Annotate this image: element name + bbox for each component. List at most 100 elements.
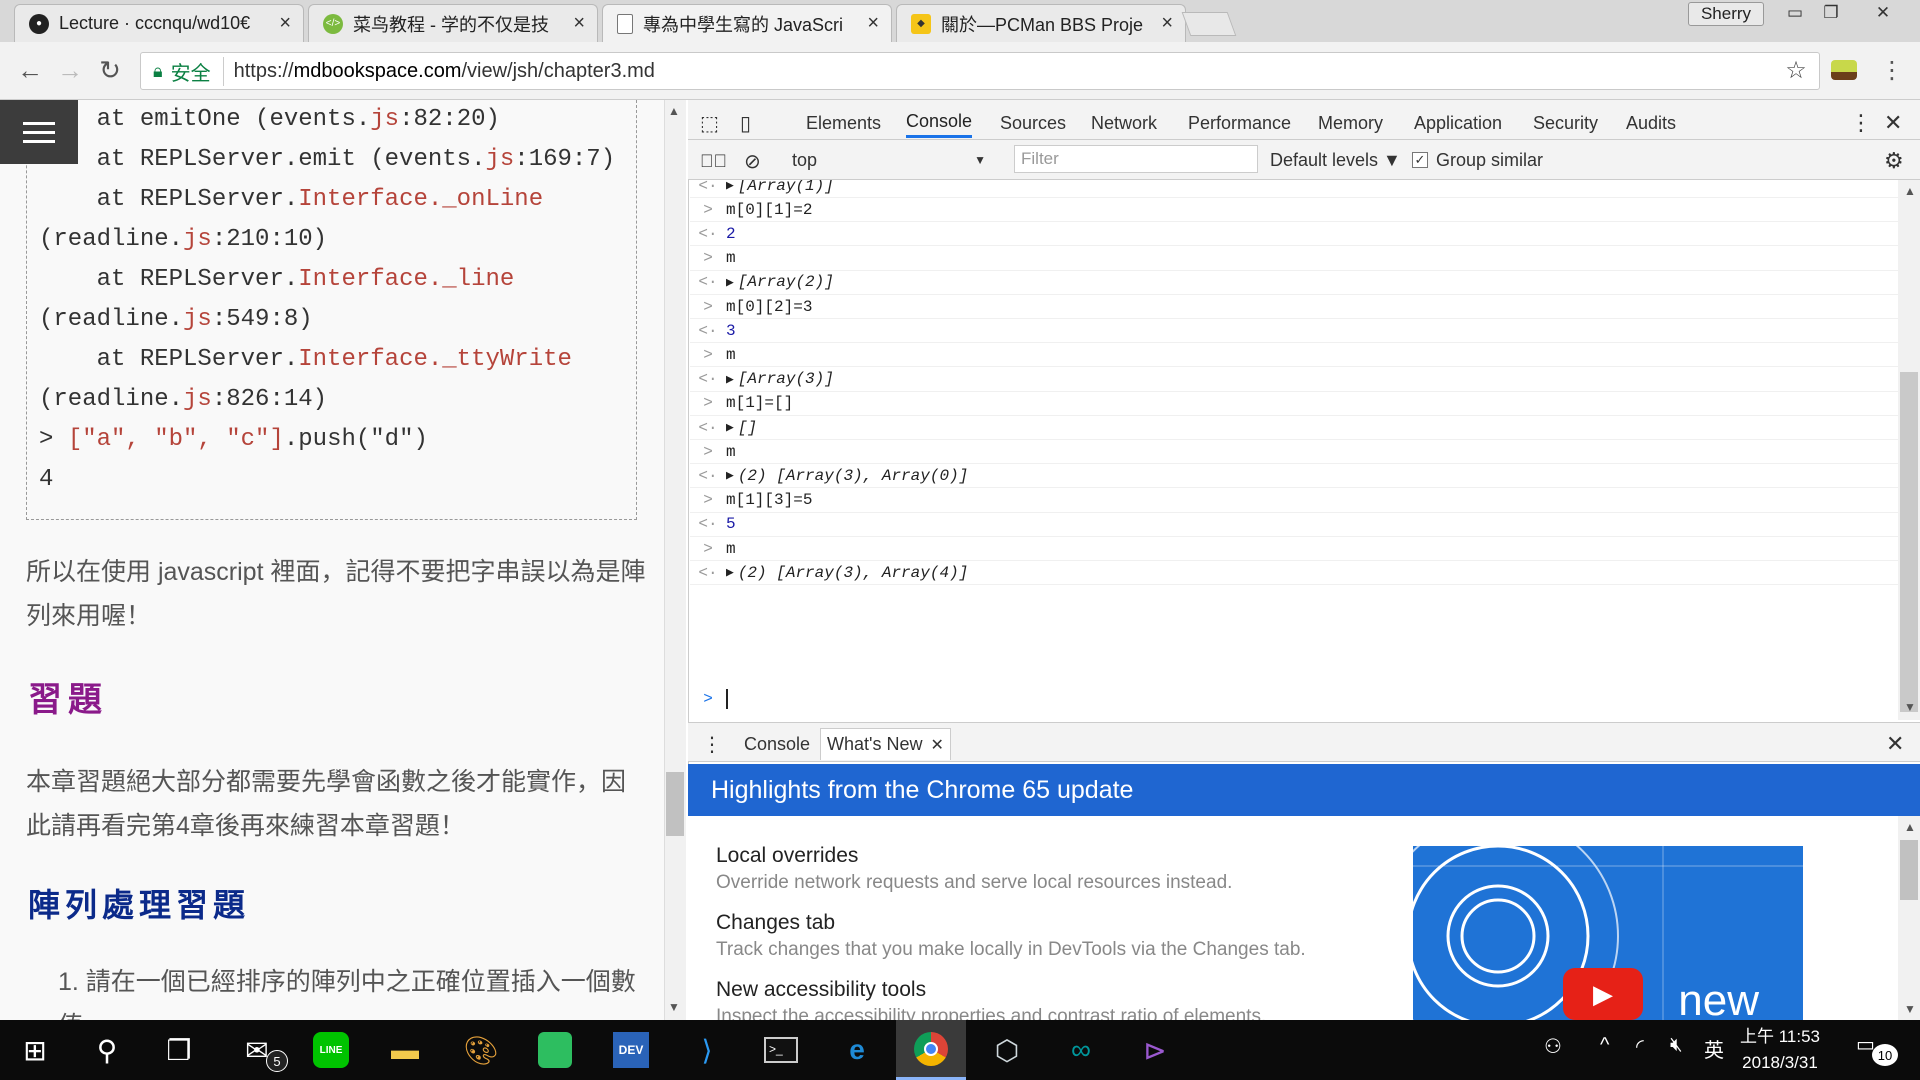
browser-tab-1[interactable]: ● Lecture · cccnqu/wd10€ ×	[14, 4, 304, 42]
drawer-menu-icon[interactable]: ⋮	[696, 728, 728, 760]
restore-button[interactable]: ❐	[1814, 2, 1848, 24]
close-tab-icon[interactable]: ×	[279, 12, 291, 35]
people-icon[interactable]: ⚇	[1544, 1034, 1562, 1059]
chrome-icon[interactable]	[896, 1020, 966, 1080]
feature-title[interactable]: New accessibility tools	[716, 978, 926, 1002]
ime-indicator[interactable]: 英	[1704, 1034, 1724, 1063]
extension-icon[interactable]	[1826, 52, 1862, 88]
console-output-row[interactable]: <· ▶ (2) [Array(3), Array(0)]	[690, 464, 1898, 489]
wifi-icon[interactable]: ◜	[1636, 1034, 1644, 1059]
whats-new-scrollbar-thumb[interactable]	[1900, 840, 1918, 900]
vscode-icon[interactable]: ⟩	[672, 1020, 742, 1080]
clear-console-icon[interactable]: ⊘	[744, 146, 761, 176]
tab-security[interactable]: Security	[1533, 108, 1598, 138]
tab-elements[interactable]: Elements	[806, 108, 881, 138]
console-input-row[interactable]: > m[1][3]=5	[690, 489, 1898, 513]
page-scrollbar-thumb[interactable]	[666, 772, 684, 836]
scroll-up-arrow-icon[interactable]: ▲	[1904, 820, 1916, 834]
close-drawer-icon[interactable]: ✕	[1880, 728, 1910, 760]
speaker-muted-icon[interactable]: 🔇︎	[1670, 1034, 1683, 1057]
console-output-row[interactable]: <· 2	[690, 222, 1898, 247]
console-output-row[interactable]: <· ▶ (2) [Array(3), Array(4)]	[690, 561, 1898, 586]
line-app-icon[interactable]: LINE	[296, 1020, 366, 1080]
console-filter-input[interactable]: Filter	[1014, 145, 1258, 173]
expand-triangle-icon[interactable]: ▶	[726, 468, 734, 483]
drawer-tab-whats-new[interactable]: What's New ✕	[820, 728, 951, 760]
search-icon[interactable]: ⚲	[72, 1020, 142, 1080]
edge-icon[interactable]: e	[822, 1020, 892, 1080]
console-settings-gear-icon[interactable]: ⚙	[1884, 146, 1904, 176]
url-text[interactable]: https://mdbookspace.com/view/jsh/chapter…	[234, 60, 655, 83]
windows-start-icon[interactable]: ⊞	[0, 1020, 70, 1080]
tab-performance[interactable]: Performance	[1188, 108, 1291, 138]
close-tab-icon[interactable]: ×	[867, 12, 879, 35]
minimize-button[interactable]: ▭	[1778, 2, 1812, 24]
group-similar-checkbox[interactable]: ✓ Group similar	[1412, 146, 1543, 174]
video-thumbnail[interactable]: ▶ new	[1413, 846, 1803, 1020]
tab-console[interactable]: Console	[906, 108, 973, 138]
show-sidebar-icon[interactable]: ▶⃞	[700, 146, 727, 176]
expand-triangle-icon[interactable]: ▶	[726, 420, 734, 435]
browser-tab-2[interactable]: </> 菜鸟教程 - 学的不仅是技 ×	[308, 4, 598, 42]
console-output-row[interactable]: <· 5	[690, 513, 1898, 537]
browser-tab-4[interactable]: ◆ 關於—PCMan BBS Proje ×	[896, 4, 1186, 42]
console-output-row[interactable]: <· 3	[690, 319, 1898, 344]
scroll-down-arrow-icon[interactable]: ▼	[1904, 700, 1916, 714]
console-input-row[interactable]: > m[0][2]=3	[690, 295, 1898, 319]
console-output-row[interactable]: <· ▶ [Array(1)]	[690, 180, 1898, 198]
expand-triangle-icon[interactable]: ▶	[726, 372, 734, 387]
scroll-down-arrow-icon[interactable]: ▼	[668, 1000, 680, 1014]
file-explorer-icon[interactable]: ▬	[370, 1020, 440, 1080]
close-window-button[interactable]: ✕	[1858, 2, 1908, 24]
devtools-menu-icon[interactable]: ⋮	[1850, 108, 1872, 138]
close-tab-icon[interactable]: ×	[573, 12, 585, 35]
tab-memory[interactable]: Memory	[1318, 108, 1383, 138]
bookmark-star-icon[interactable]: ☆	[1778, 52, 1814, 88]
new-tab-button[interactable]	[1181, 12, 1237, 36]
console-input-row[interactable]: > m[1]=[]	[690, 392, 1898, 416]
log-levels-dropdown[interactable]: Default levels ▼	[1270, 146, 1401, 174]
chevron-up-icon[interactable]: ^	[1600, 1034, 1609, 1057]
scroll-up-arrow-icon[interactable]: ▲	[1904, 184, 1916, 198]
close-tab-icon[interactable]: ×	[1161, 12, 1173, 35]
hamburger-menu-icon[interactable]	[0, 100, 78, 164]
drawer-tab-console[interactable]: Console	[738, 728, 816, 760]
page-scrollbar[interactable]	[664, 100, 686, 1020]
browser-tab-3-active[interactable]: 專為中學生寫的 JavaScri ×	[602, 4, 892, 42]
console-output-row[interactable]: <· ▶[]	[690, 416, 1898, 440]
evernote-icon[interactable]	[520, 1020, 590, 1080]
console-prompt[interactable]: >	[690, 686, 1898, 712]
virtualbox-icon[interactable]: ⬡	[972, 1020, 1042, 1080]
console-output-row[interactable]: <· ▶ [Array(3)]	[690, 368, 1898, 392]
expand-triangle-icon[interactable]: ▶	[726, 565, 734, 580]
console-input-row[interactable]: > m	[690, 440, 1898, 465]
device-toolbar-icon[interactable]: ▯	[740, 108, 751, 138]
feature-title[interactable]: Local overrides	[716, 844, 858, 868]
reload-button[interactable]: ↻	[92, 52, 128, 88]
terminal-icon[interactable]: >_	[746, 1020, 816, 1080]
profile-button[interactable]: Sherry	[1688, 2, 1764, 26]
visual-studio-icon[interactable]: ⊳	[1120, 1020, 1190, 1080]
tab-application[interactable]: Application	[1414, 108, 1502, 138]
close-devtools-icon[interactable]: ✕	[1884, 108, 1902, 138]
expand-triangle-icon[interactable]: ▶	[726, 275, 734, 290]
scroll-up-arrow-icon[interactable]: ▲	[668, 104, 680, 118]
console-scrollbar-thumb[interactable]	[1900, 372, 1918, 712]
action-center-icon[interactable]: ▭ 10	[1856, 1032, 1898, 1066]
checkbox-checked-icon[interactable]: ✓	[1412, 152, 1428, 168]
arduino-icon[interactable]: ∞	[1046, 1020, 1116, 1080]
youtube-play-icon[interactable]: ▶	[1563, 968, 1643, 1020]
tab-audits[interactable]: Audits	[1626, 108, 1676, 138]
back-button[interactable]: ←	[12, 52, 48, 88]
paint-icon[interactable]: 🎨︎	[446, 1020, 516, 1080]
address-bar[interactable]: 🔒︎ 安全 https://mdbookspace.com/view/jsh/c…	[140, 52, 1820, 90]
tab-sources[interactable]: Sources	[1000, 108, 1066, 138]
tab-network[interactable]: Network	[1091, 108, 1157, 138]
task-view-icon[interactable]: ❐	[144, 1020, 214, 1080]
close-tab-icon[interactable]: ✕	[930, 735, 943, 755]
system-clock[interactable]: 上午 11:53 2018/3/31	[1732, 1024, 1828, 1076]
console-output[interactable]: <· ▶ [Array(1)] > m[0][1]=2 <· 2 > m <· ▶ [Array(2)…	[690, 180, 1898, 720]
console-output-row[interactable]: <· ▶ [Array(2)]	[690, 271, 1898, 295]
mail-icon[interactable]: ✉ 5	[222, 1020, 292, 1080]
console-input-row[interactable]: > m[0][1]=2	[690, 198, 1898, 223]
